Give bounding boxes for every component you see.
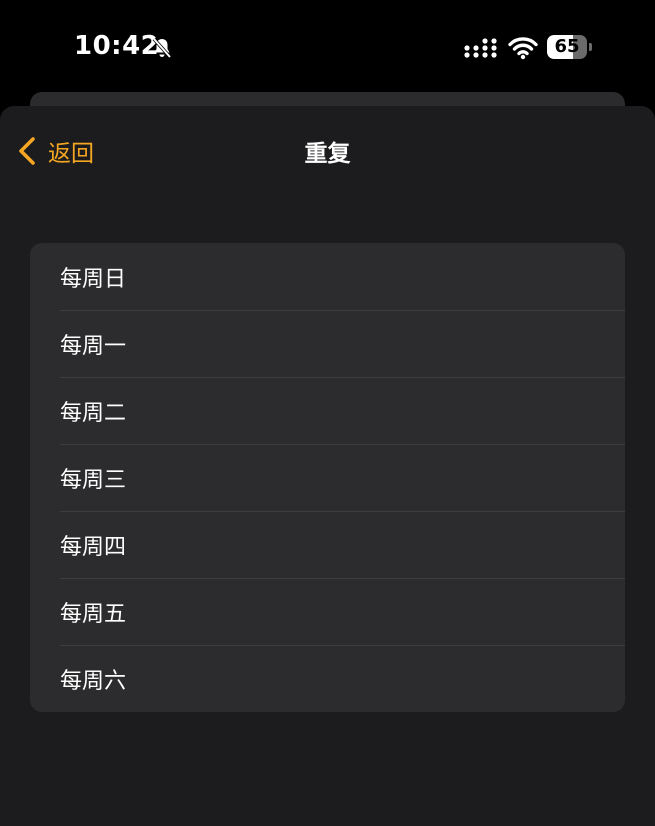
repeat-option-thursday[interactable]: 每周四	[30, 511, 625, 578]
signal-icon	[464, 38, 497, 58]
wifi-icon	[508, 37, 538, 60]
list-item-label: 每周日	[60, 266, 127, 292]
battery-level: 65	[554, 36, 580, 57]
page-title: 重复	[304, 141, 351, 167]
list-item-label: 每周二	[60, 400, 127, 426]
battery-cap	[589, 43, 592, 51]
repeat-option-friday[interactable]: 每周五	[30, 578, 625, 645]
status-bar: 10:42 65	[0, 0, 655, 92]
repeat-option-wednesday[interactable]: 每周三	[30, 444, 625, 511]
list-item-label: 每周五	[60, 601, 127, 627]
status-time: 10:42	[74, 31, 160, 61]
list-item-label: 每周四	[60, 534, 127, 560]
repeat-sheet: 返回 重复 每周日 每周一 每周二 每周三 每周四 每周五 每周六	[0, 106, 655, 826]
repeat-option-sunday[interactable]: 每周日	[30, 243, 625, 310]
repeat-option-monday[interactable]: 每周一	[30, 310, 625, 377]
battery-body: 65	[547, 35, 587, 59]
repeat-option-tuesday[interactable]: 每周二	[30, 377, 625, 444]
battery-icon: 65	[547, 35, 592, 59]
list-item-label: 每周一	[60, 333, 127, 359]
list-item-label: 每周三	[60, 467, 127, 493]
repeat-option-saturday[interactable]: 每周六	[30, 645, 625, 712]
repeat-options-list: 每周日 每周一 每周二 每周三 每周四 每周五 每周六	[30, 243, 625, 712]
list-item-label: 每周六	[60, 668, 127, 694]
bell-slash-icon	[152, 37, 172, 59]
